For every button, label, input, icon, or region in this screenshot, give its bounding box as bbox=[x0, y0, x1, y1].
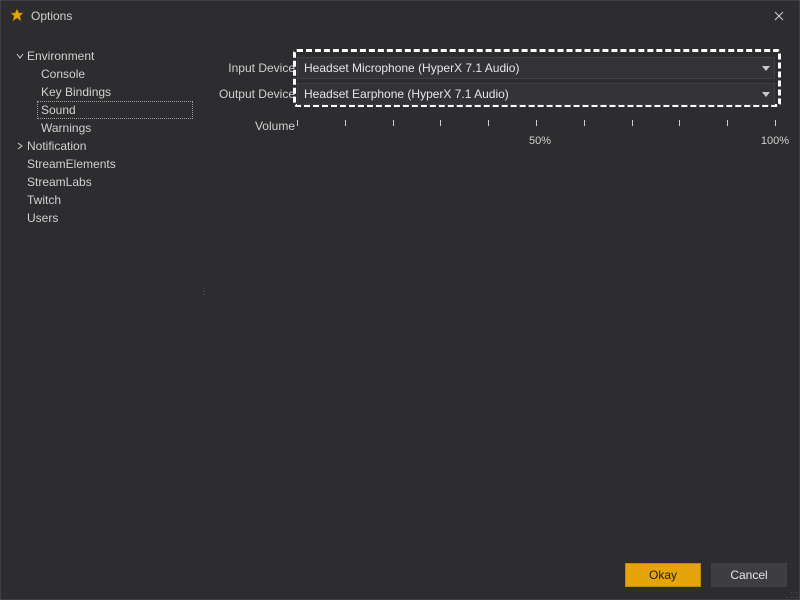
tree-label: Users bbox=[27, 211, 58, 225]
row-output-device: Output Device Headset Earphone (HyperX 7… bbox=[215, 81, 775, 107]
cancel-button-label: Cancel bbox=[730, 568, 767, 582]
combo-value: Headset Microphone (HyperX 7.1 Audio) bbox=[304, 61, 519, 75]
cancel-button[interactable]: Cancel bbox=[711, 563, 787, 587]
nav-tree: Environment Console Key Bindings Sound W… bbox=[1, 31, 201, 551]
titlebar[interactable]: Options bbox=[1, 1, 799, 31]
chevron-right-icon[interactable] bbox=[13, 142, 27, 150]
tree-label: StreamElements bbox=[27, 157, 116, 171]
volume-slider[interactable] bbox=[297, 120, 775, 132]
output-device-label: Output Device bbox=[215, 87, 297, 101]
tree-label: Key Bindings bbox=[41, 85, 111, 99]
tree-sound[interactable]: Sound bbox=[37, 101, 193, 119]
tree-notification[interactable]: Notification bbox=[9, 137, 193, 155]
grip-icon: ··· bbox=[202, 287, 205, 296]
tree-environment[interactable]: Environment bbox=[9, 47, 193, 65]
button-bar: Okay Cancel bbox=[1, 551, 799, 599]
tree-label: StreamLabs bbox=[27, 175, 92, 189]
output-device-combo[interactable]: Headset Earphone (HyperX 7.1 Audio) bbox=[297, 83, 775, 105]
tree-label: Sound bbox=[41, 103, 76, 117]
tree-label: Warnings bbox=[41, 121, 91, 135]
tree-label: Twitch bbox=[27, 193, 61, 207]
tree-label: Environment bbox=[27, 49, 94, 63]
chevron-down-icon bbox=[762, 87, 770, 101]
body: Environment Console Key Bindings Sound W… bbox=[1, 31, 799, 551]
combo-value: Headset Earphone (HyperX 7.1 Audio) bbox=[304, 87, 509, 101]
tree-users[interactable]: Users bbox=[9, 209, 193, 227]
tree-label: Notification bbox=[27, 139, 86, 153]
input-device-label: Input Device bbox=[215, 61, 297, 75]
close-button[interactable] bbox=[759, 1, 799, 31]
tree-streamlabs[interactable]: StreamLabs bbox=[9, 173, 193, 191]
app-icon bbox=[9, 8, 25, 24]
sound-panel: Input Device Headset Microphone (HyperX … bbox=[207, 31, 799, 551]
chevron-down-icon bbox=[762, 61, 770, 75]
options-window: Options Environment Console Key Bindings bbox=[0, 0, 800, 600]
row-input-device: Input Device Headset Microphone (HyperX … bbox=[215, 55, 775, 81]
tree-warnings[interactable]: Warnings bbox=[37, 119, 193, 137]
tree-label: Console bbox=[41, 67, 85, 81]
tick-label-mid: 50% bbox=[529, 135, 551, 147]
ok-button-label: Okay bbox=[649, 568, 677, 582]
tick-label-max: 100% bbox=[761, 135, 789, 147]
tree-key-bindings[interactable]: Key Bindings bbox=[37, 83, 193, 101]
chevron-down-icon[interactable] bbox=[13, 52, 27, 60]
row-volume: Volume bbox=[215, 117, 775, 149]
tree-streamelements[interactable]: StreamElements bbox=[9, 155, 193, 173]
window-title: Options bbox=[31, 9, 72, 23]
volume-label: Volume bbox=[215, 119, 297, 133]
tree-twitch[interactable]: Twitch bbox=[9, 191, 193, 209]
ok-button[interactable]: Okay bbox=[625, 563, 701, 587]
input-device-combo[interactable]: Headset Microphone (HyperX 7.1 Audio) bbox=[297, 57, 775, 79]
tree-console[interactable]: Console bbox=[37, 65, 193, 83]
